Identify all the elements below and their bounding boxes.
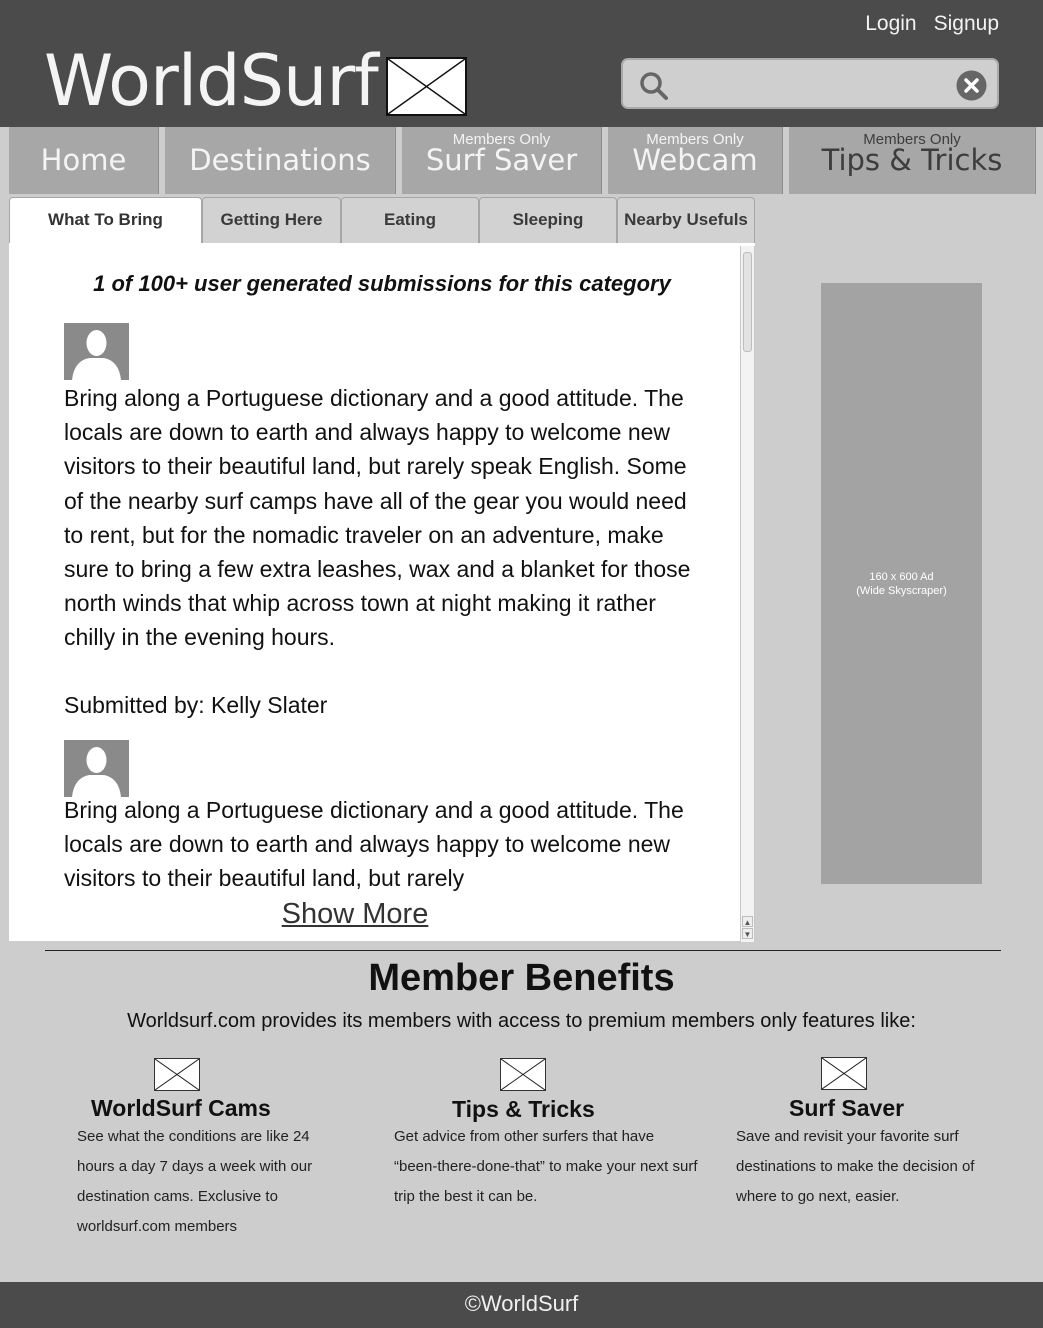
tab-getting-here[interactable]: Getting Here (202, 197, 341, 244)
tab-eating[interactable]: Eating (341, 197, 479, 244)
footer-copyright: ©WorldSurf (464, 1291, 579, 1316)
ad-type-label: (Wide Skyscraper) (856, 585, 947, 597)
ad-size-label: 160 x 600 Ad (869, 571, 934, 583)
nav-label: Home (40, 143, 127, 177)
feature-title: Surf Saver (789, 1095, 905, 1121)
nav-item-destinations[interactable]: Destinations (165, 127, 396, 194)
benefits-intro: Worldsurf.com provides its members with … (127, 1010, 916, 1032)
nav-label: Tips & Tricks (821, 143, 1003, 177)
footer: ©WorldSurf (0, 1282, 1043, 1328)
ad-placeholder[interactable]: 160 x 600 Ad (Wide Skyscraper) (821, 283, 982, 884)
site-logo-text[interactable]: WorldSurf (44, 40, 379, 122)
post-preview: Bring along a Portuguese dictionary and … (64, 793, 704, 893)
benefits-title: Member Benefits (368, 957, 675, 999)
clear-icon[interactable] (956, 70, 987, 106)
nav-label: Destinations (189, 143, 371, 177)
search-bar (621, 58, 999, 109)
header: Login Signup WorldSurf (0, 0, 1043, 127)
user-avatar-icon (64, 740, 129, 797)
feature-title: Tips & Tricks (452, 1096, 595, 1122)
main-nav: Home Destinations Members Only Surf Save… (0, 127, 1043, 195)
scroll-down-arrow-icon[interactable]: ▼ (742, 928, 753, 939)
search-icon[interactable] (639, 71, 669, 106)
nav-item-home[interactable]: Home (9, 127, 159, 194)
feature-title: WorldSurf Cams (91, 1095, 271, 1121)
scroll-thumb[interactable] (743, 252, 752, 352)
auth-links: Login Signup (865, 12, 999, 36)
show-more-link[interactable]: Show More (9, 898, 701, 931)
image-placeholder-icon (821, 1057, 867, 1090)
login-link[interactable]: Login (865, 12, 916, 36)
signup-link[interactable]: Signup (934, 12, 999, 36)
nav-item-surf-saver[interactable]: Members Only Surf Saver (402, 127, 602, 194)
user-avatar-icon (64, 323, 129, 380)
image-placeholder-icon (386, 57, 467, 116)
nav-label: Surf Saver (425, 143, 578, 177)
tab-what-to-bring[interactable]: What To Bring (9, 197, 202, 245)
submissions-panel: 1 of 100+ user generated submissions for… (9, 243, 755, 941)
nav-label: Webcam (632, 143, 758, 177)
scrollbar[interactable]: ▲ ▼ (740, 246, 755, 942)
scroll-up-arrow-icon[interactable]: ▲ (742, 916, 753, 927)
nav-item-tips-tricks[interactable]: Members Only Tips & Tricks (789, 127, 1036, 194)
tab-nearby-usefuls[interactable]: Nearby Usefuls (617, 197, 755, 244)
tab-sleeping[interactable]: Sleeping (479, 197, 617, 244)
post-text: Bring along a Portuguese dictionary and … (64, 385, 691, 651)
image-placeholder-icon (154, 1058, 200, 1091)
feature-desc: Save and revisit your favorite surf dest… (736, 1128, 975, 1205)
feature-desc: Get advice from other surfers that have … (394, 1128, 698, 1205)
image-placeholder-icon (500, 1058, 546, 1091)
post-submitted-by: Submitted by: Kelly Slater (64, 692, 328, 718)
section-divider (45, 950, 1001, 951)
search-input[interactable] (681, 68, 951, 100)
feature-desc: See what the conditions are like 24 hour… (77, 1128, 313, 1235)
nav-item-webcam[interactable]: Members Only Webcam (608, 127, 783, 194)
post-text: Bring along a Portuguese dictionary and … (64, 797, 684, 892)
ad-label: 160 x 600 Ad (Wide Skyscraper) (821, 570, 982, 598)
submissions-title: 1 of 100+ user generated submissions for… (93, 271, 671, 296)
